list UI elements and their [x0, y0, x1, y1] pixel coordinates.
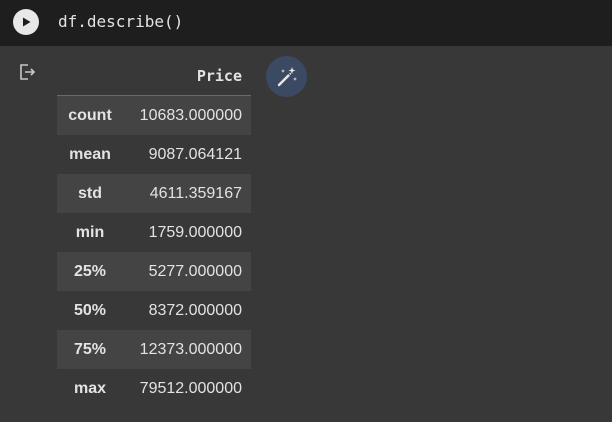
- row-label: max: [73, 379, 107, 397]
- row-label: mean: [69, 145, 111, 163]
- table-row: 50% 8372.000000: [57, 291, 251, 330]
- describe-table: Price count 10683.000000 mean 9087.06412…: [57, 57, 251, 408]
- row-label: 25%: [73, 262, 107, 280]
- code-editor[interactable]: df.describe(): [58, 12, 183, 31]
- row-value: 9087.064121: [148, 145, 242, 163]
- code-cell[interactable]: df.describe(): [0, 0, 612, 46]
- play-icon: [23, 17, 31, 27]
- row-value: 5277.000000: [148, 262, 242, 280]
- row-label: 50%: [73, 301, 107, 319]
- table-row: std 4611.359167: [57, 174, 251, 213]
- row-value: 1759.000000: [148, 223, 242, 241]
- row-label: std: [78, 184, 102, 202]
- table-corner: [57, 57, 123, 96]
- row-label: count: [68, 106, 112, 124]
- table-row: min 1759.000000: [57, 213, 251, 252]
- row-value: 79512.000000: [139, 379, 242, 397]
- row-value: 4611.359167: [149, 184, 242, 202]
- run-cell-button[interactable]: [13, 9, 39, 35]
- row-value: 12373.000000: [139, 340, 242, 358]
- table-row: 75% 12373.000000: [57, 330, 251, 369]
- table-header-row: Price: [57, 57, 251, 96]
- row-label: min: [75, 223, 105, 241]
- suggest-charts-button[interactable]: [266, 56, 307, 97]
- column-header-price: Price: [123, 57, 251, 96]
- row-label: 75%: [73, 340, 107, 358]
- row-value: 8372.000000: [148, 301, 242, 319]
- table-row: max 79512.000000: [57, 369, 251, 408]
- row-value: 10683.000000: [139, 106, 242, 124]
- output-redirect-icon[interactable]: [17, 62, 37, 82]
- table-row: count 10683.000000: [57, 95, 251, 135]
- table-row: 25% 5277.000000: [57, 252, 251, 291]
- magic-wand-icon: [277, 66, 297, 86]
- table-row: mean 9087.064121: [57, 135, 251, 174]
